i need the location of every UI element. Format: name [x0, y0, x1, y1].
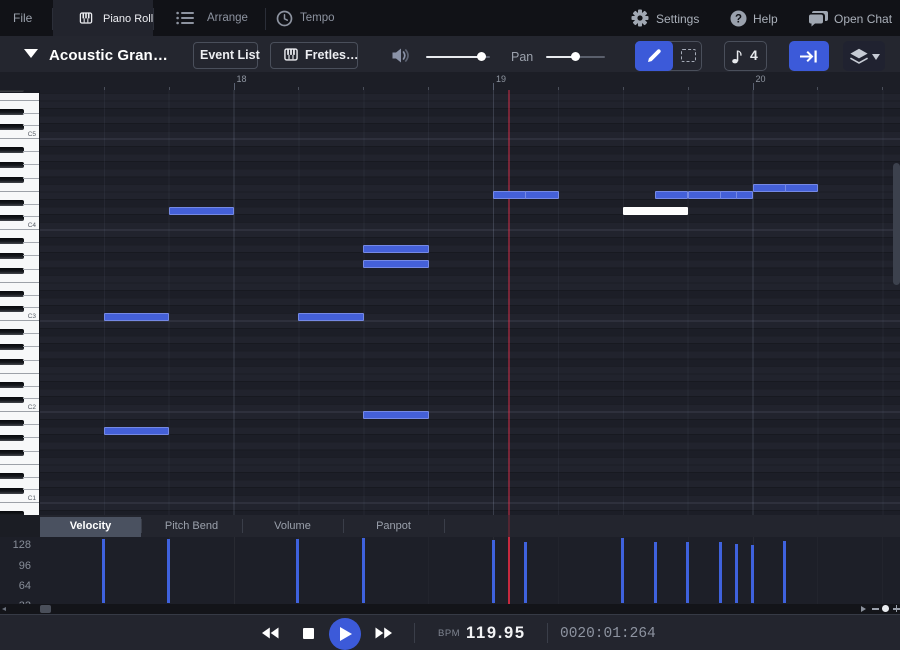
svg-text:?: ?: [735, 14, 742, 26]
